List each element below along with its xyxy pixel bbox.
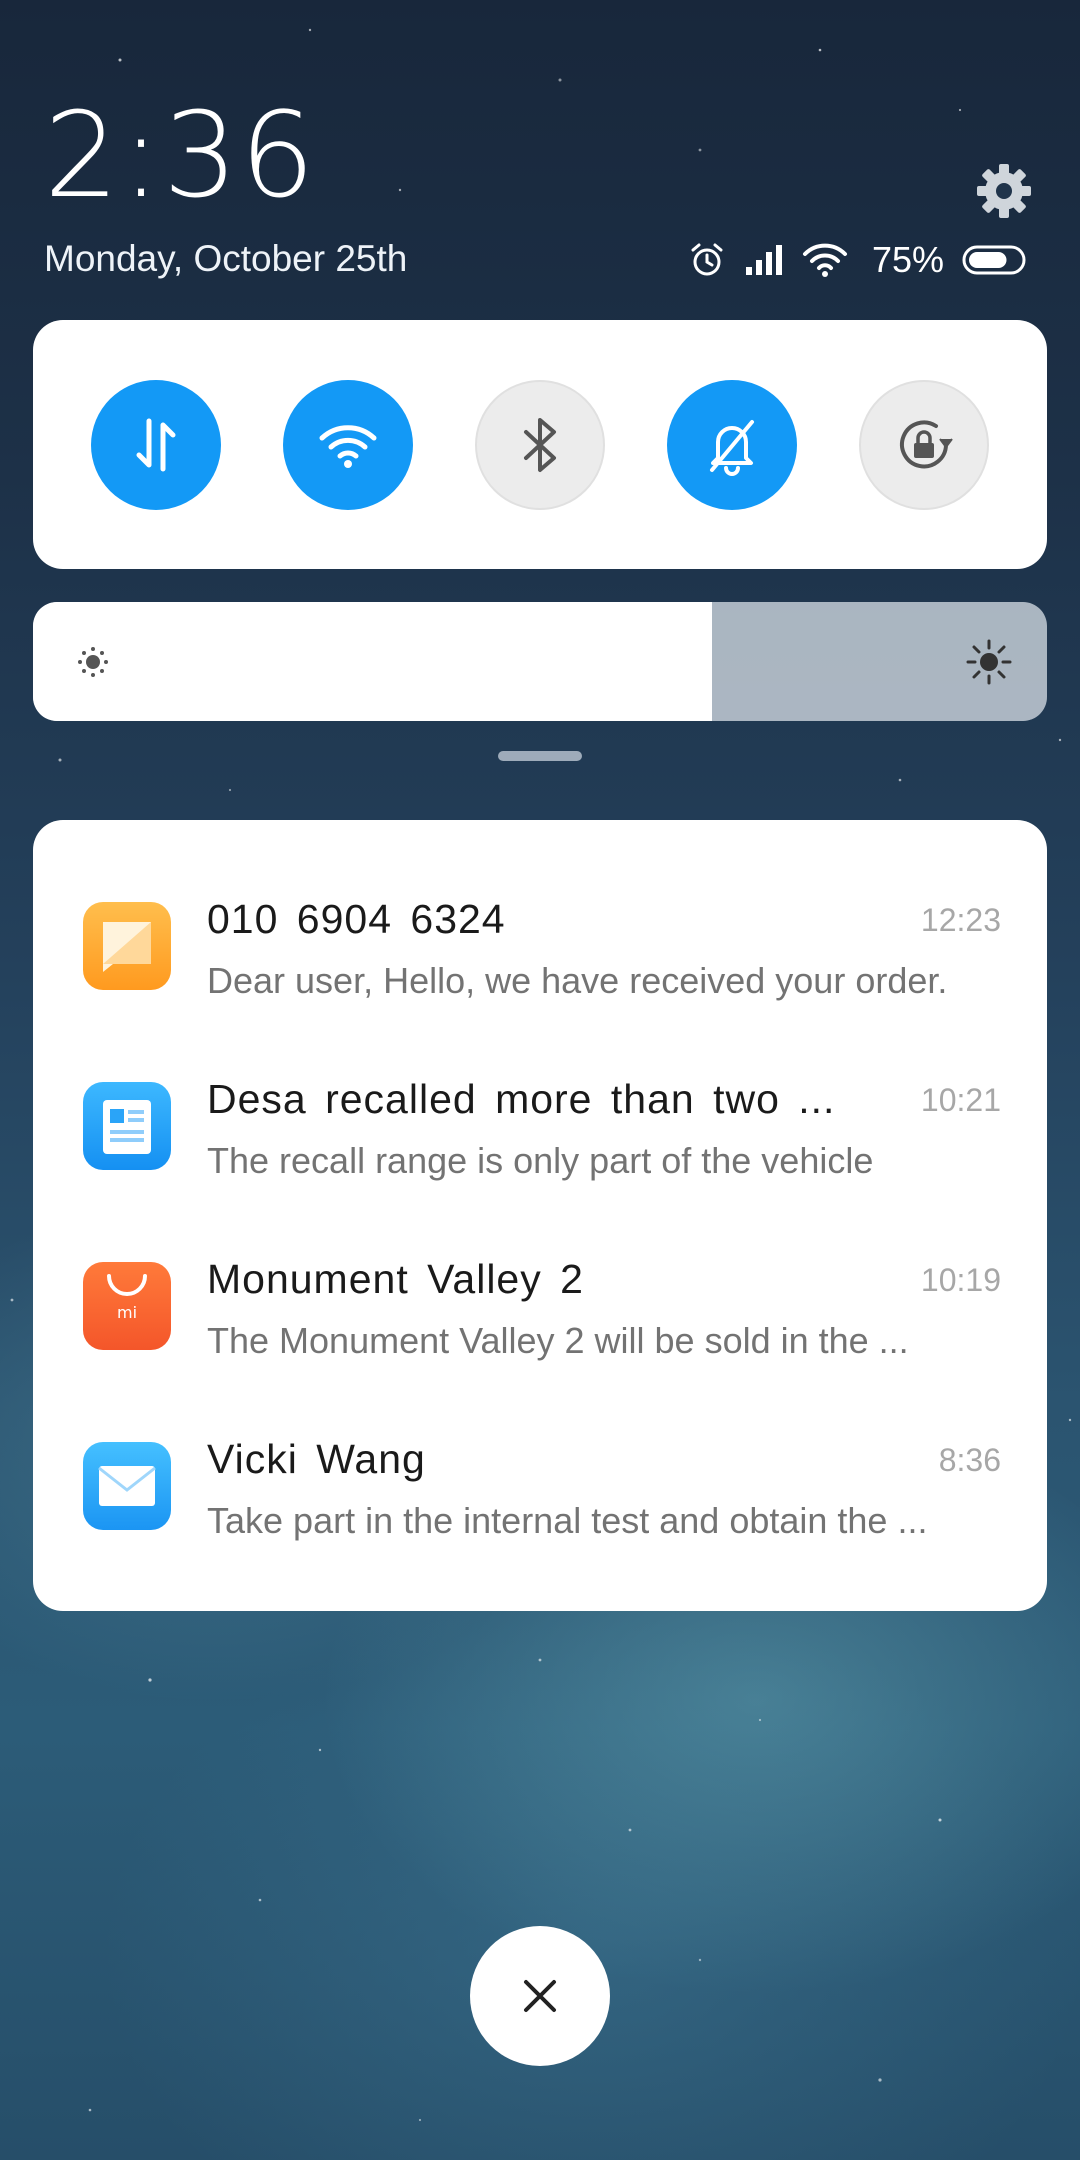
rotation-lock-icon [900,420,953,469]
close-icon [524,1980,556,2012]
silent-toggle[interactable] [667,380,797,510]
clear-notifications-button[interactable] [470,1926,610,2066]
notification-title: Desa recalled more than two ... [207,1076,836,1122]
notification-item[interactable]: Vicki Wang 8:36 Take part in the interna… [33,1400,1047,1550]
news-icon [83,1082,171,1170]
status-bar: 75% [688,238,1030,282]
panel-drag-handle[interactable] [498,751,582,761]
brightness-high-icon [966,639,1012,685]
wifi-toggle[interactable] [283,380,413,510]
notification-title: Vicki Wang [207,1436,426,1482]
messages-icon [83,902,171,990]
quick-toggles-panel [33,320,1047,569]
wifi-icon [319,425,377,468]
battery-icon [962,244,1030,276]
notification-body: The recall range is only part of the veh… [207,1140,874,1181]
notification-title: Monument Valley 2 [207,1256,584,1302]
notification-time: 8:36 [938,1442,1001,1478]
brightness-low-icon [78,647,108,677]
gear-icon [977,164,1031,218]
app-store-icon: mi [83,1262,171,1350]
notification-item[interactable]: mi Monument Valley 2 10:19 The Monument … [33,1220,1047,1370]
brightness-slider[interactable] [33,602,1047,721]
date-label: Monday, October 25th [44,238,408,279]
bell-muted-icon [710,420,754,476]
svg-text:mi: mi [117,1303,137,1322]
cellular-signal-icon [744,243,784,277]
notification-list: 010 6904 6324 12:23 Dear user, Hello, we… [33,820,1047,1611]
notification-time: 10:19 [920,1262,1001,1298]
notification-body: The Monument Valley 2 will be sold in th… [207,1320,909,1361]
bluetooth-toggle[interactable] [475,380,605,510]
battery-percent: 75% [871,239,944,280]
clock-time: 2:36 [44,86,317,224]
bluetooth-icon [524,418,556,472]
notification-title: 010 6904 6324 [207,896,506,942]
notification-body: Dear user, Hello, we have received your … [207,960,948,1001]
notification-item[interactable]: Desa recalled more than two ... 10:21 Th… [33,1040,1047,1190]
rotation-lock-toggle[interactable] [859,380,989,510]
brightness-slider-fill [33,602,713,721]
mobile-data-toggle[interactable] [91,380,221,510]
notification-body: Take part in the internal test and obtai… [207,1500,928,1541]
data-transfer-icon [136,418,176,472]
notification-item[interactable]: 010 6904 6324 12:23 Dear user, Hello, we… [33,860,1047,1010]
notification-time: 12:23 [920,902,1001,938]
settings-button[interactable] [975,162,1033,220]
notification-time: 10:21 [920,1082,1001,1118]
mail-icon [83,1442,171,1530]
wifi-icon [802,243,848,277]
alarm-icon [688,241,726,279]
